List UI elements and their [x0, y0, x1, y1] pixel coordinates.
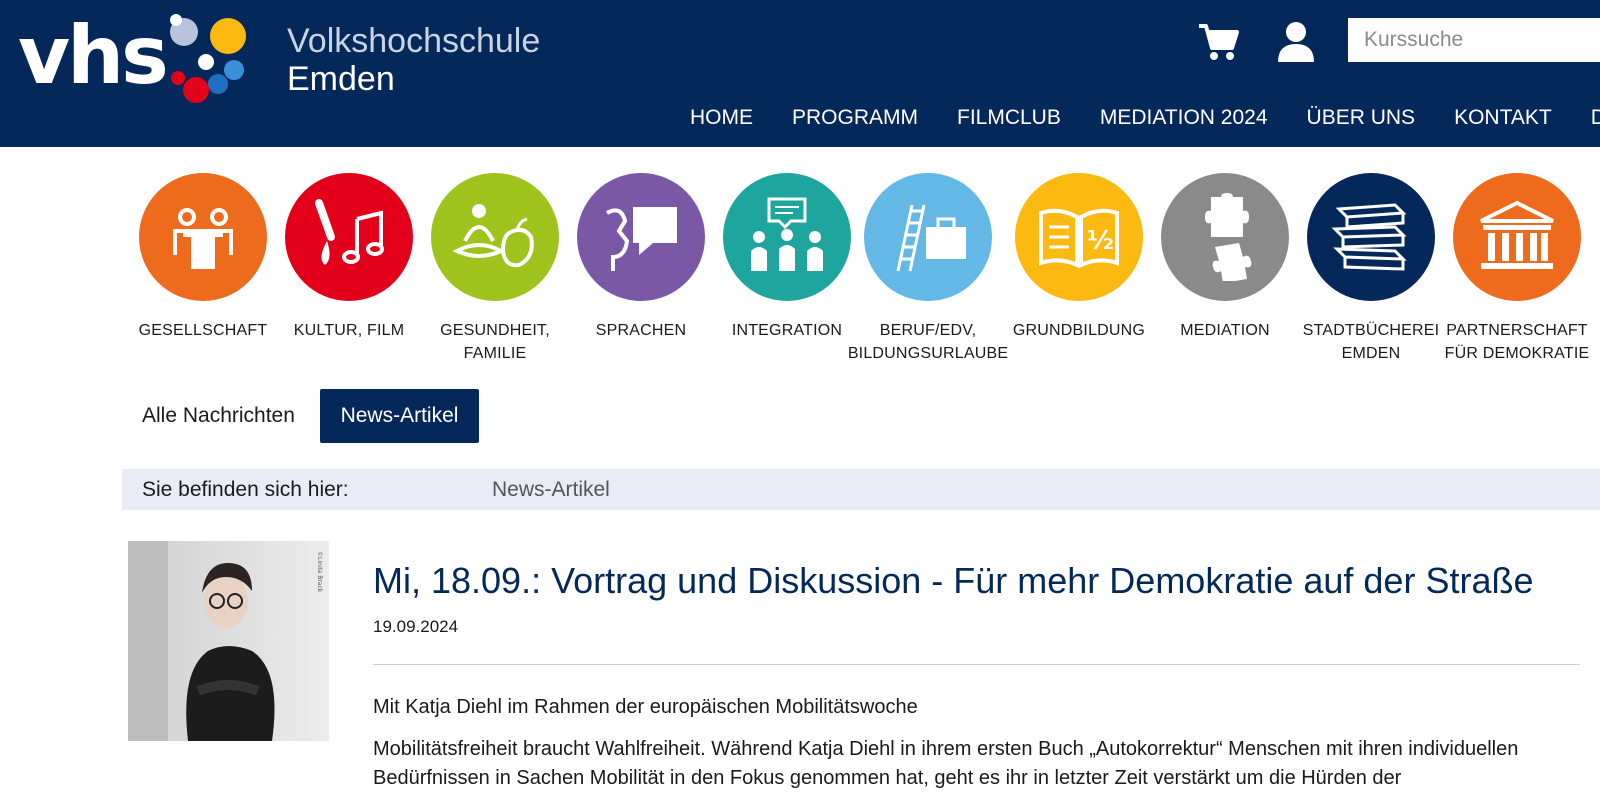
course-search-input[interactable]: [1348, 18, 1600, 62]
category-circle: [431, 173, 559, 301]
category-label: KULTUR, FILM: [293, 322, 405, 339]
main-nav: HOME PROGRAMM FILMCLUB MEDIATION 2024 ÜB…: [690, 100, 1600, 136]
breadcrumb-current[interactable]: News-Artikel: [492, 469, 610, 510]
category-circle: [723, 173, 851, 301]
user-icon[interactable]: [1273, 18, 1319, 64]
category-circle: [864, 173, 992, 301]
nav-programm[interactable]: PROGRAMM: [792, 100, 918, 136]
category-gesundheit-familie[interactable]: GESUNDHEIT, FAMILIE: [422, 173, 568, 365]
cart-icon[interactable]: [1196, 18, 1242, 64]
category-gesellschaft[interactable]: GESELLSCHAFT: [130, 173, 276, 342]
vhs-logo[interactable]: vhs: [8, 12, 258, 107]
nav-mediation-2024[interactable]: MEDIATION 2024: [1100, 100, 1268, 136]
book-half-icon: ½: [1039, 208, 1119, 269]
nav-kontakt[interactable]: KONTAKT: [1454, 100, 1552, 136]
category-circle: [1161, 173, 1289, 301]
site-title: Volkshochschule: [287, 22, 541, 60]
site-header: vhs Volkshochschule Emden HOME PROGRA: [0, 0, 1600, 147]
ladder-briefcase-icon: [896, 204, 966, 272]
article-title[interactable]: Mi, 18.09.: Vortrag und Diskussion - Für…: [373, 560, 1533, 602]
category-circle: [577, 173, 705, 301]
category-beruf-edv[interactable]: BERUF/EDV, BILDUNGSURLAUBE: [846, 173, 1010, 365]
puzzle-icon: [1205, 193, 1252, 281]
nav-date[interactable]: DATE: [1591, 100, 1600, 136]
category-label: STADTBÜCHEREI EMDEN: [1302, 322, 1440, 362]
svg-text:½: ½: [1087, 226, 1114, 256]
category-label: PARTNERSCHAFT FÜR DEMOKRATIE: [1444, 322, 1590, 362]
category-row: GESELLSCHAFT KULTUR, FILM GESUNDHEIT, FA…: [130, 173, 1600, 363]
category-kultur-film[interactable]: KULTUR, FILM: [276, 173, 422, 342]
photo-credit: ©Linda Brack: [316, 551, 323, 593]
category-label: BERUF/EDV, BILDUNGSURLAUBE: [847, 322, 1009, 362]
category-label: GRUNDBILDUNG: [1012, 322, 1146, 339]
logo-dots-icon: [170, 14, 246, 103]
article-body: Mobilitätsfreiheit braucht Wahlfreiheit.…: [373, 738, 1519, 789]
tab-news-artikel[interactable]: News-Artikel: [320, 389, 479, 443]
article-lead: Mit Katja Diehl im Rahmen der europäisch…: [373, 696, 918, 718]
people-icon: [173, 208, 233, 269]
books-icon: [1331, 203, 1407, 271]
building-icon: [1480, 200, 1554, 269]
group-speech-icon: [751, 197, 823, 271]
breadcrumb: Sie befinden sich hier: News-Artikel: [122, 469, 1600, 510]
category-label: GESELLSCHAFT: [138, 322, 268, 339]
article-photo[interactable]: ©Linda Brack: [128, 541, 329, 741]
category-circle: [139, 173, 267, 301]
category-label: INTEGRATION: [731, 322, 843, 339]
nav-home[interactable]: HOME: [690, 100, 753, 136]
speech-icon: [606, 207, 677, 271]
category-stadtbuecherei[interactable]: STADTBÜCHEREI EMDEN: [1298, 173, 1444, 365]
category-label: GESUNDHEIT, FAMILIE: [440, 322, 550, 362]
category-grundbildung[interactable]: ½ GRUNDBILDUNG: [1006, 173, 1152, 342]
nav-filmclub[interactable]: FILMCLUB: [957, 100, 1061, 136]
category-circle: [1307, 173, 1435, 301]
category-mediation[interactable]: MEDIATION: [1152, 173, 1298, 342]
tab-alle-nachrichten[interactable]: Alle Nachrichten: [122, 389, 315, 443]
category-circle: [285, 173, 413, 301]
category-label: MEDIATION: [1180, 322, 1270, 339]
logo-text: vhs: [18, 9, 169, 102]
category-circle: ½: [1015, 173, 1143, 301]
article-date: 19.09.2024: [373, 617, 459, 636]
brush-music-icon: [315, 199, 384, 265]
article-divider: [373, 664, 1580, 665]
category-label: SPRACHEN: [595, 322, 687, 339]
nav-ueber-uns[interactable]: ÜBER UNS: [1307, 100, 1416, 136]
category-circle: [1453, 173, 1581, 301]
breadcrumb-label: Sie befinden sich hier:: [142, 478, 349, 501]
meditation-apple-icon: [452, 204, 534, 268]
category-sprachen[interactable]: SPRACHEN: [568, 173, 714, 342]
category-partnerschaft-demokratie[interactable]: PARTNERSCHAFT FÜR DEMOKRATIE: [1444, 173, 1590, 365]
category-integration[interactable]: INTEGRATION: [714, 173, 860, 342]
site-subtitle: Emden: [287, 60, 395, 98]
